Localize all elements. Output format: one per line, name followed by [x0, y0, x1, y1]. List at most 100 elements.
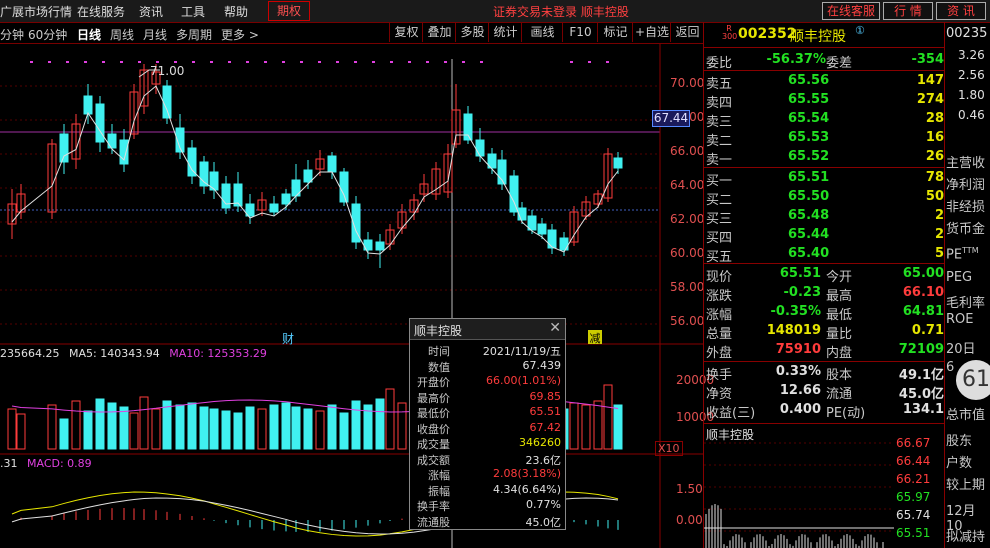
period-multi[interactable]: 多周期 — [176, 26, 212, 43]
tooltip-title: 顺丰控股 — [414, 324, 463, 338]
far-label: 6 — [946, 360, 955, 375]
kline-chart-area[interactable] — [0, 44, 703, 548]
volume-bar — [269, 404, 279, 450]
pe-ttm-sup: TTM — [962, 246, 979, 255]
order-volume: 16 — [925, 130, 944, 145]
order-volume: 2 — [934, 208, 944, 223]
close-icon[interactable]: ✕ — [549, 320, 561, 336]
period-daily[interactable]: 日线 — [77, 26, 101, 43]
far-label: 较上期 — [946, 478, 986, 493]
period-weekly[interactable]: 周线 — [110, 26, 134, 43]
mini-axis-label: 65.97 — [896, 490, 931, 504]
candle — [339, 171, 349, 203]
tooltip-row: 数值 67.439 — [410, 359, 565, 374]
info-icon[interactable]: ① — [855, 24, 865, 37]
multi-stock-button[interactable]: 多股 — [455, 23, 489, 42]
far-label: 毛利率 — [946, 296, 986, 311]
candle — [187, 147, 197, 177]
reduce-event-marker[interactable]: 减 — [588, 330, 602, 345]
menu-tools[interactable]: 工具 — [181, 3, 205, 20]
tooltip-value: 0.77% — [526, 498, 561, 511]
tooltip-label: 成交量 — [417, 438, 450, 451]
overlay-button[interactable]: 叠加 — [422, 23, 456, 42]
order-label: 买二 — [706, 193, 733, 208]
tooltip-label: 换手率 — [417, 500, 450, 513]
info-button[interactable]: 资 讯 — [936, 2, 986, 20]
quote-row: 涨跌 -0.23 最高 66.10 — [706, 285, 944, 304]
r-badge-icon: R 300 — [722, 25, 738, 41]
menu-options[interactable]: 期权 — [268, 1, 310, 21]
quote-value: 65.51 — [779, 266, 821, 281]
order-label: 卖二 — [706, 134, 733, 149]
tooltip-row: 成交量 346260 — [410, 436, 565, 451]
candle — [375, 241, 385, 251]
event-dot — [300, 61, 303, 63]
volume-bar — [209, 408, 219, 450]
candle — [463, 113, 473, 141]
weibi-value: -56.37% — [766, 52, 826, 67]
period-60min[interactable]: 60分钟 — [28, 26, 67, 43]
order-volume: 78 — [925, 170, 944, 185]
quote-value: 65.00 — [902, 266, 944, 281]
event-dot — [480, 61, 483, 63]
quote-value: 72109 — [898, 342, 944, 357]
menu-market[interactable]: 广展市场行情 — [0, 3, 72, 20]
weicha-value: -354 — [911, 52, 944, 67]
volume-bar — [107, 402, 117, 450]
price-axis-label: 66.00 — [670, 144, 705, 158]
period-more[interactable]: 更多 > — [221, 26, 259, 43]
mini-chart[interactable] — [704, 440, 894, 548]
menu-online-service[interactable]: 在线服务 — [77, 3, 125, 20]
period-minute[interactable]: 分钟 — [0, 26, 24, 43]
menu-news[interactable]: 资讯 — [139, 3, 163, 20]
stat-label: 流通 — [826, 387, 853, 402]
price-axis-label: 64.00 — [670, 178, 705, 192]
volume-bar — [581, 404, 591, 450]
order-price: 65.51 — [788, 170, 830, 185]
back-button[interactable]: 返回 — [670, 23, 704, 42]
add-watchlist-button[interactable]: +自选 — [632, 23, 671, 42]
event-dot — [102, 61, 105, 63]
period-monthly[interactable]: 月线 — [143, 26, 167, 43]
candle — [303, 169, 313, 183]
badge-300: 300 — [722, 32, 738, 41]
order-label: 买一 — [706, 174, 733, 189]
adjust-button[interactable]: 复权 — [389, 23, 423, 42]
stat-value: 0.400 — [779, 402, 821, 417]
menu-bar: 广展市场行情 在线服务 资讯 工具 帮助 期权 证券交易未登录 顺丰控股 在线客… — [0, 0, 990, 23]
finance-event-marker[interactable]: 财 — [282, 330, 296, 346]
mini-axis-label: 66.44 — [896, 454, 931, 468]
volume-bar — [71, 400, 81, 450]
tooltip-row: 涨幅 2.08(3.18%) — [410, 467, 565, 482]
order-volume: 28 — [925, 111, 944, 126]
far-label: PEG — [946, 270, 973, 285]
stat-value: 0.33% — [775, 364, 821, 379]
order-label: 卖一 — [706, 153, 733, 168]
far-label: 非经损 — [946, 200, 986, 215]
stats-button[interactable]: 统计 — [488, 23, 522, 42]
order-row: 买二 65.50 50 — [706, 189, 944, 208]
draw-line-button[interactable]: 画线 — [521, 23, 563, 42]
mark-button[interactable]: 标记 — [597, 23, 633, 42]
order-row: 买五 65.40 5 — [706, 246, 944, 265]
quote-value: 0.71 — [911, 323, 944, 338]
quotes-button[interactable]: 行 情 — [883, 2, 933, 20]
mini-axis-label: 65.51 — [896, 526, 931, 540]
order-price: 65.52 — [788, 149, 830, 164]
sep-1 — [704, 47, 944, 48]
event-dot — [66, 61, 69, 63]
far-label: PETTM — [946, 246, 979, 263]
tooltip-label: 成交额 — [417, 453, 450, 467]
volume-bar — [303, 408, 313, 450]
tooltip-label: 时间 — [428, 345, 450, 358]
candle — [547, 229, 557, 249]
menu-help[interactable]: 帮助 — [224, 3, 248, 20]
floating-badge[interactable]: 61 — [956, 360, 990, 400]
panel-divider-right — [944, 22, 945, 548]
candle — [537, 223, 547, 235]
event-dot — [228, 61, 231, 63]
f10-button[interactable]: F10 — [562, 23, 598, 42]
order-price: 65.55 — [788, 92, 830, 107]
volume-bar — [129, 412, 139, 450]
online-support-button[interactable]: 在线客服 — [822, 2, 880, 20]
